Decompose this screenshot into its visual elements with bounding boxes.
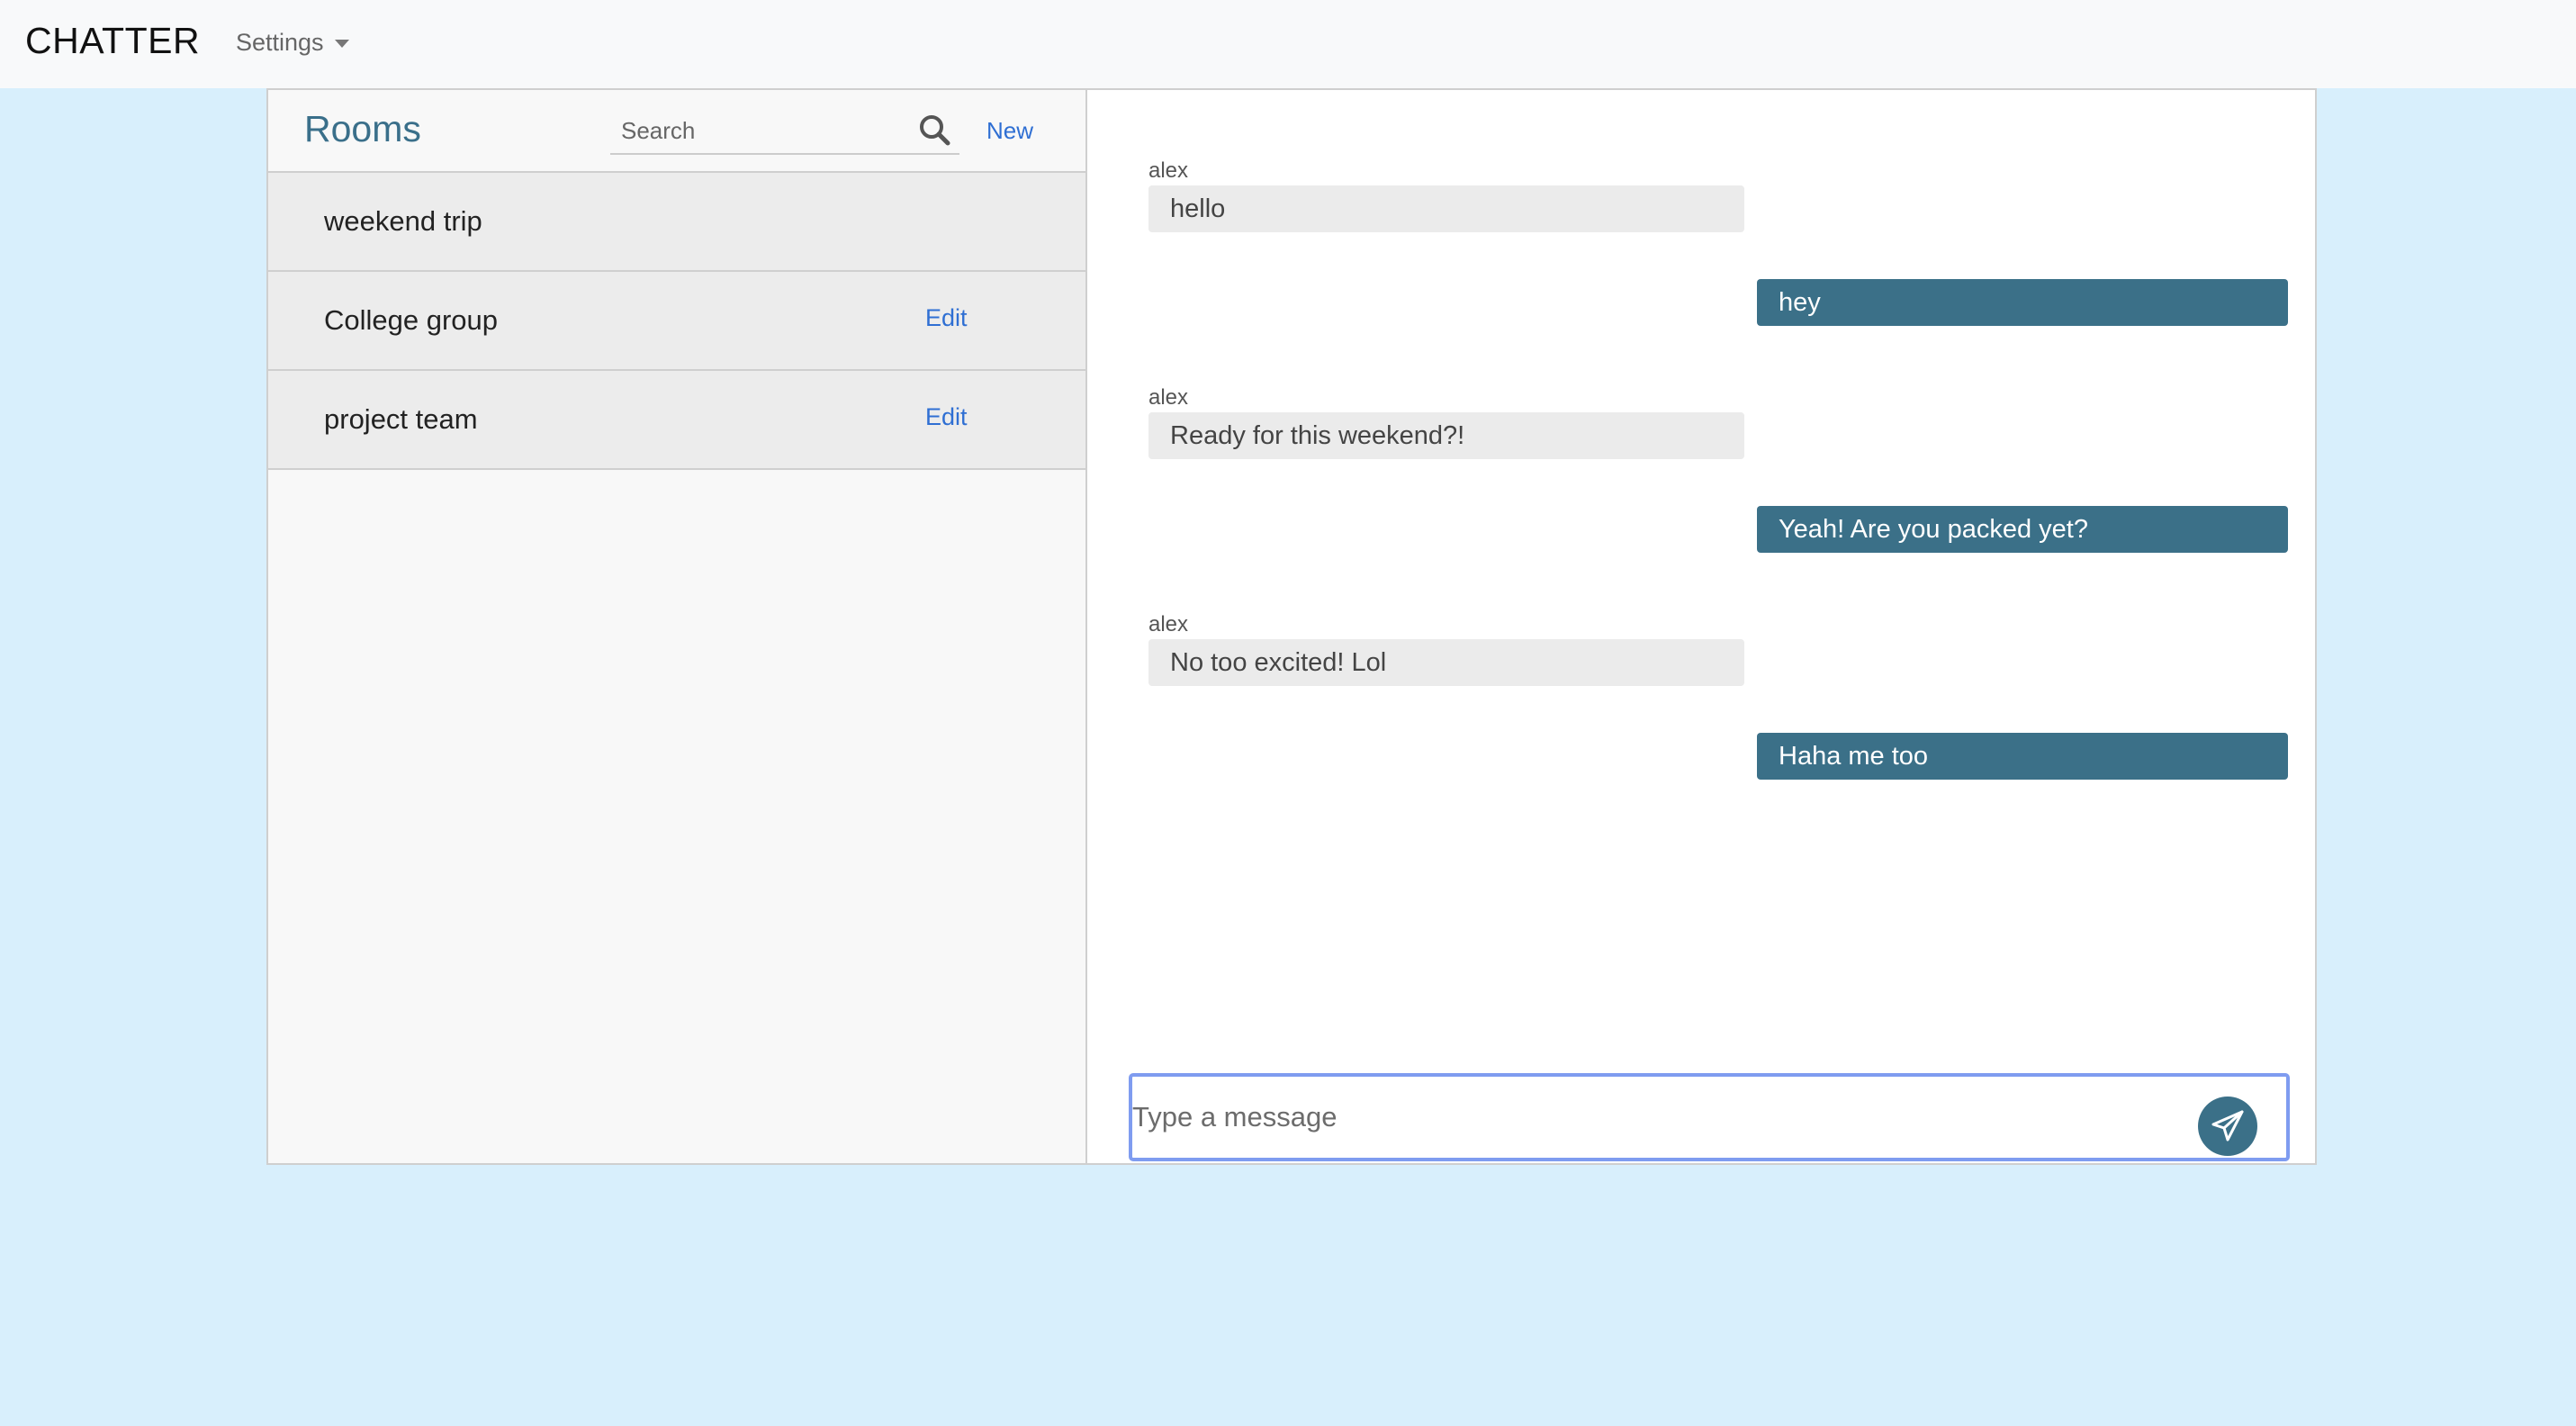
chat-app-panel: Rooms New weekend trip College group Edi… (266, 88, 2317, 1165)
rooms-header: Rooms New (268, 90, 1085, 173)
message-composer (1129, 1073, 2290, 1161)
room-item-college-group[interactable]: College group Edit (268, 272, 1085, 371)
brand-logo[interactable]: CHATTER (25, 20, 200, 62)
edit-room-button[interactable]: Edit (925, 403, 968, 431)
incoming-message: Ready for this weekend?! (1148, 412, 1744, 459)
incoming-message: No too excited! Lol (1148, 639, 1744, 686)
chat-window: alex hello hey alex Ready for this weeke… (1087, 90, 2315, 1163)
settings-dropdown[interactable]: Settings (236, 29, 349, 57)
incoming-message: hello (1148, 185, 1744, 232)
send-button[interactable] (2198, 1097, 2257, 1156)
outgoing-message: Yeah! Are you packed yet? (1757, 506, 2288, 553)
outgoing-message: Haha me too (1757, 733, 2288, 780)
settings-label: Settings (236, 29, 324, 56)
room-item-project-team[interactable]: project team Edit (268, 371, 1085, 470)
paper-plane-icon (2211, 1110, 2244, 1142)
rooms-sidebar: Rooms New weekend trip College group Edi… (268, 90, 1087, 1163)
search-input[interactable] (610, 108, 911, 153)
caret-down-icon (334, 40, 349, 48)
room-item-weekend-trip[interactable]: weekend trip (268, 173, 1085, 272)
message-sender: alex (1148, 385, 1189, 410)
search-icon[interactable] (916, 112, 952, 148)
message-sender: alex (1148, 158, 1189, 183)
room-name: College group (324, 304, 499, 336)
rooms-title: Rooms (304, 108, 421, 149)
room-name: weekend trip (324, 205, 482, 237)
edit-room-button[interactable]: Edit (925, 304, 968, 332)
message-input[interactable] (1132, 1077, 2194, 1158)
new-room-button[interactable]: New (986, 117, 1033, 145)
room-search (610, 108, 959, 155)
top-navbar: CHATTER Settings (0, 0, 2576, 88)
room-name: project team (324, 403, 478, 435)
outgoing-message: hey (1757, 279, 2288, 326)
message-sender: alex (1148, 612, 1189, 636)
